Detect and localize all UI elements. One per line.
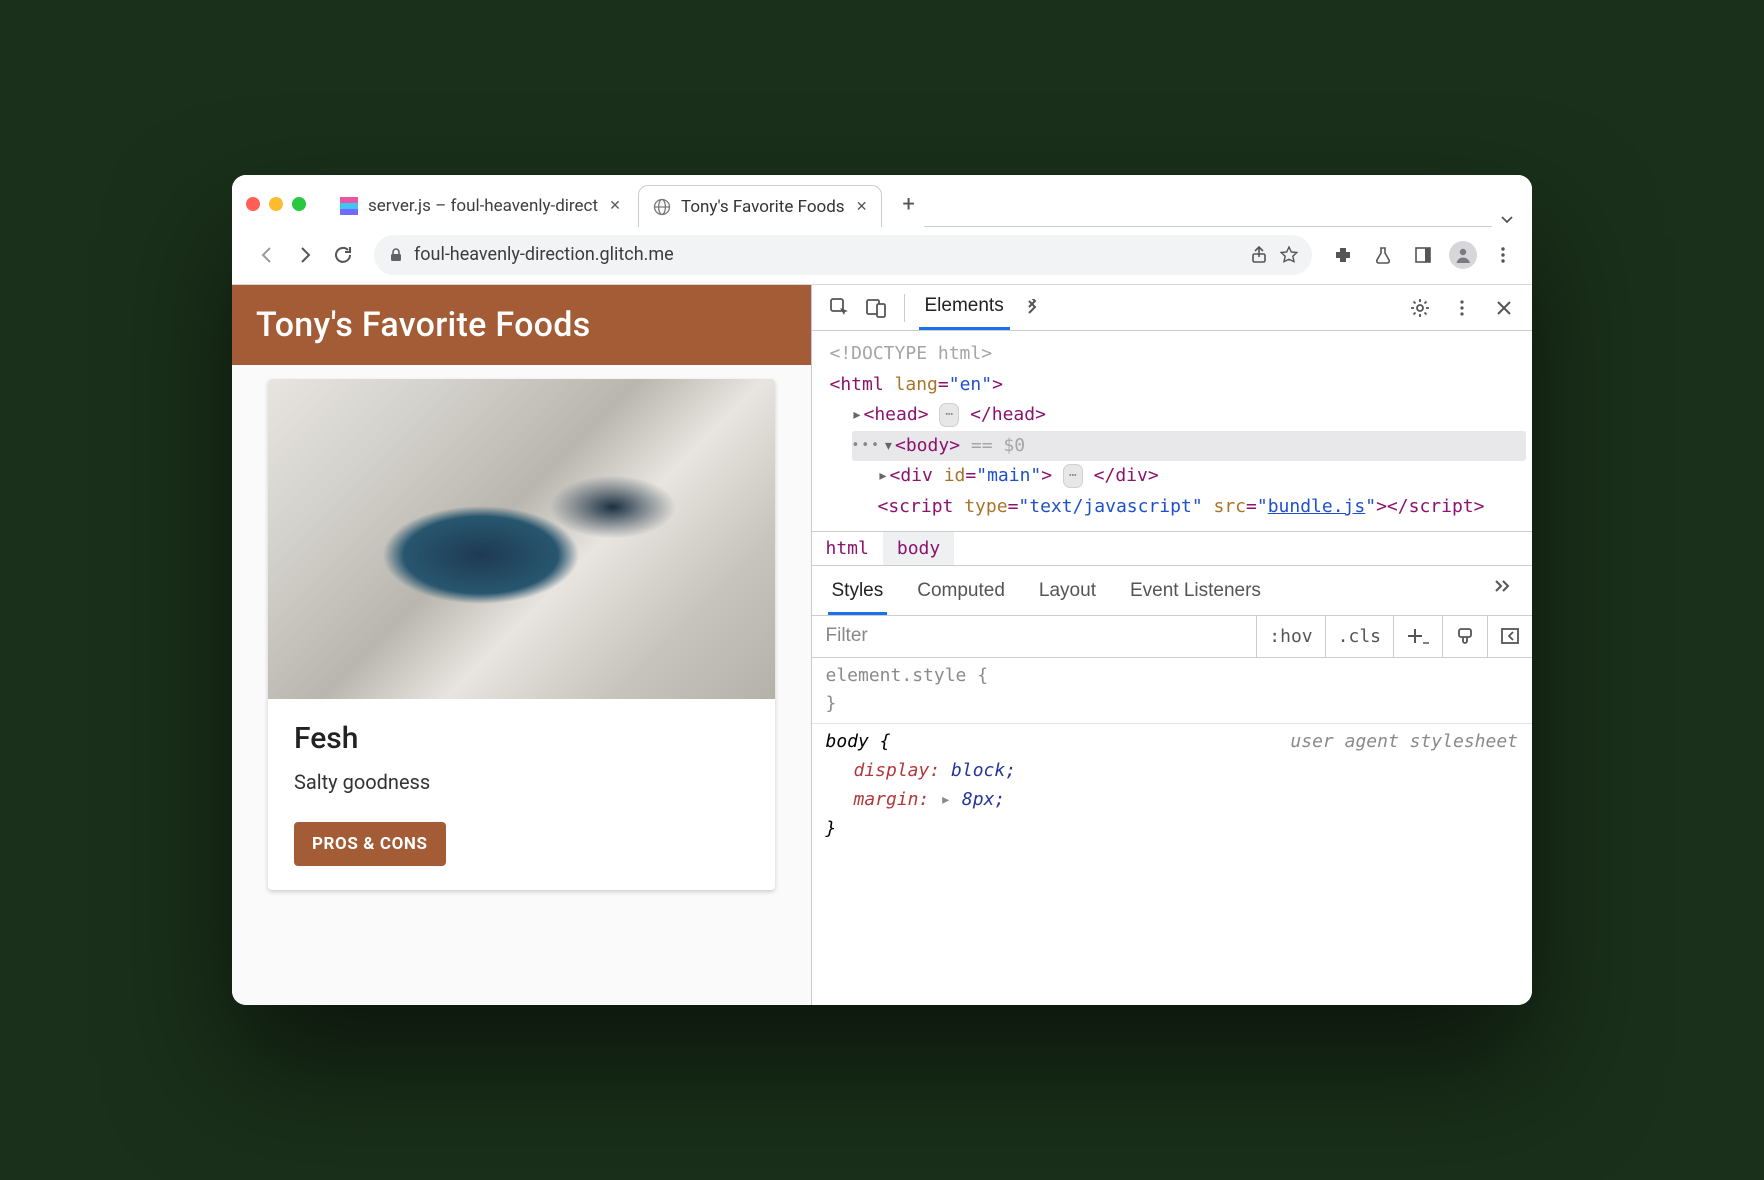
chrome-menu-icon[interactable] [1486,238,1520,272]
back-button[interactable] [250,238,284,272]
content-row: Tony's Favorite Foods Fesh Salty goodnes… [232,285,1532,1005]
toggle-sidebar-icon[interactable] [1488,616,1532,657]
dom-tree[interactable]: <!DOCTYPE html> <html lang="en"> ▸<head>… [812,331,1533,531]
labs-icon[interactable] [1366,238,1400,272]
address-bar[interactable]: foul-heavenly-direction.glitch.me [374,235,1312,275]
glitch-favicon-icon [340,197,358,215]
hov-toggle[interactable]: :hov [1257,616,1325,657]
address-url: foul-heavenly-direction.glitch.me [414,244,674,265]
bundle-js-link[interactable]: bundle.js [1268,496,1366,517]
food-image [268,379,775,699]
devtools-tab-elements[interactable]: Elements [919,285,1010,330]
styles-subtabs: Styles Computed Layout Event Listeners [812,566,1533,616]
tab-strip: server.js – foul-heavenly-direct ✕ Tony'… [232,175,1532,227]
tab-title: server.js – foul-heavenly-direct [368,196,598,216]
food-card-text: Salty goodness [294,770,749,794]
devtools-settings-gear-icon[interactable] [1406,294,1434,322]
page-title: Tony's Favorite Foods [232,285,811,365]
element-style-close: } [826,690,1519,719]
window-close-icon[interactable] [246,197,260,211]
profile-avatar[interactable] [1446,238,1480,272]
subtab-styles[interactable]: Styles [828,572,888,615]
lock-icon [388,247,404,263]
close-tab-icon[interactable]: ✕ [855,200,869,214]
window-zoom-icon[interactable] [292,197,306,211]
window-minimize-icon[interactable] [269,197,283,211]
food-card: Fesh Salty goodness PROS & CONS [268,379,775,890]
inspect-element-icon[interactable] [826,294,854,322]
close-tab-icon[interactable]: ✕ [608,199,622,213]
dom-doctype: <!DOCTYPE html> [822,339,1527,370]
subtabs-more-icon[interactable] [1490,572,1516,615]
breadcrumb-html[interactable]: html [812,532,883,565]
devtools-panel: Elements <!DOCTYPE [811,285,1533,1005]
new-tab-button[interactable]: + [894,189,924,219]
breadcrumb-body[interactable]: body [883,532,954,565]
styles-rules[interactable]: element.style { } user agent stylesheet … [812,658,1533,856]
styles-filter-input[interactable]: Filter [812,616,1258,657]
tabs-menu-chevron-icon[interactable] [1492,211,1522,227]
element-style-open: element.style { [826,662,1519,691]
new-rule-icon[interactable] [1394,616,1443,657]
devtools-close-icon[interactable] [1490,294,1518,322]
extensions-icon[interactable] [1326,238,1360,272]
tab-tony-foods[interactable]: Tony's Favorite Foods ✕ [638,185,882,227]
globe-favicon-icon [653,198,671,216]
cls-toggle[interactable]: .cls [1326,616,1394,657]
pros-cons-button[interactable]: PROS & CONS [294,822,446,866]
body-rule-close: } [826,815,1519,844]
tab-title: Tony's Favorite Foods [681,197,845,217]
subtab-layout[interactable]: Layout [1035,572,1100,615]
rendered-page: Tony's Favorite Foods Fesh Salty goodnes… [232,285,811,1005]
window-controls [246,197,306,211]
more-panels-icon[interactable] [1018,294,1046,322]
reload-button[interactable] [326,238,360,272]
body-rule-open: body { [826,731,891,752]
browser-toolbar: foul-heavenly-direction.glitch.me [232,227,1532,285]
rule-source: user agent stylesheet [1290,728,1518,757]
forward-button[interactable] [288,238,322,272]
subtab-computed[interactable]: Computed [913,572,1009,615]
share-icon[interactable] [1250,246,1268,264]
subtab-event-listeners[interactable]: Event Listeners [1126,572,1265,615]
device-toolbar-icon[interactable] [862,294,890,322]
food-card-title: Fesh [294,721,749,756]
devtools-kebab-menu-icon[interactable] [1448,294,1476,322]
toolbar-right [1326,238,1520,272]
dom-breadcrumb: html body [812,531,1533,566]
paint-brush-icon[interactable] [1443,616,1488,657]
browser-window: server.js – foul-heavenly-direct ✕ Tony'… [232,175,1532,1005]
devtools-tabbar: Elements [812,285,1533,331]
side-panel-icon[interactable] [1406,238,1440,272]
tab-glitch-editor[interactable]: server.js – foul-heavenly-direct ✕ [326,185,634,227]
styles-toolbar: Filter :hov .cls [812,616,1533,658]
bookmark-star-icon[interactable] [1280,246,1298,264]
